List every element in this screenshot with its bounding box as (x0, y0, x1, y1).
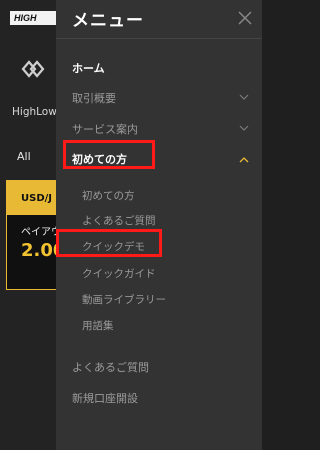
chevron-up-icon[interactable] (239, 157, 249, 163)
submenu-item-glossary[interactable]: 用語集 (82, 318, 114, 333)
menu-title: メニュー (72, 11, 144, 31)
side-menu: メニュー ホーム 取引概要 サービス案内 初めての方 初めての方 よくあるご質問… (56, 0, 262, 450)
highlow-brand-icon (21, 60, 45, 78)
menu-item-trading-overview[interactable]: 取引概要 (72, 90, 116, 106)
brand-text: HighLow (12, 106, 57, 118)
menu-divider (56, 38, 262, 39)
menu-item-home[interactable]: ホーム (72, 60, 105, 76)
submenu-item-quick-guide[interactable]: クイックガイド (82, 266, 156, 281)
highlight-box-beginners (63, 140, 155, 169)
highlight-box-quick-demo (56, 229, 162, 257)
logo-text: HIGH (14, 13, 37, 23)
chevron-down-icon[interactable] (239, 125, 249, 131)
chevron-down-icon[interactable] (239, 94, 249, 100)
submenu-item-faq[interactable]: よくあるご質問 (82, 213, 156, 228)
menu-item-services[interactable]: サービス案内 (72, 121, 138, 137)
menu-item-open-account[interactable]: 新規口座開設 (72, 390, 138, 406)
submenu-item-beginners[interactable]: 初めての方 (82, 188, 135, 203)
tab-all[interactable]: All (17, 150, 31, 163)
menu-item-faq[interactable]: よくあるご質問 (72, 359, 149, 375)
submenu-item-video-library[interactable]: 動画ライブラリー (82, 292, 166, 307)
close-icon[interactable] (238, 11, 252, 25)
